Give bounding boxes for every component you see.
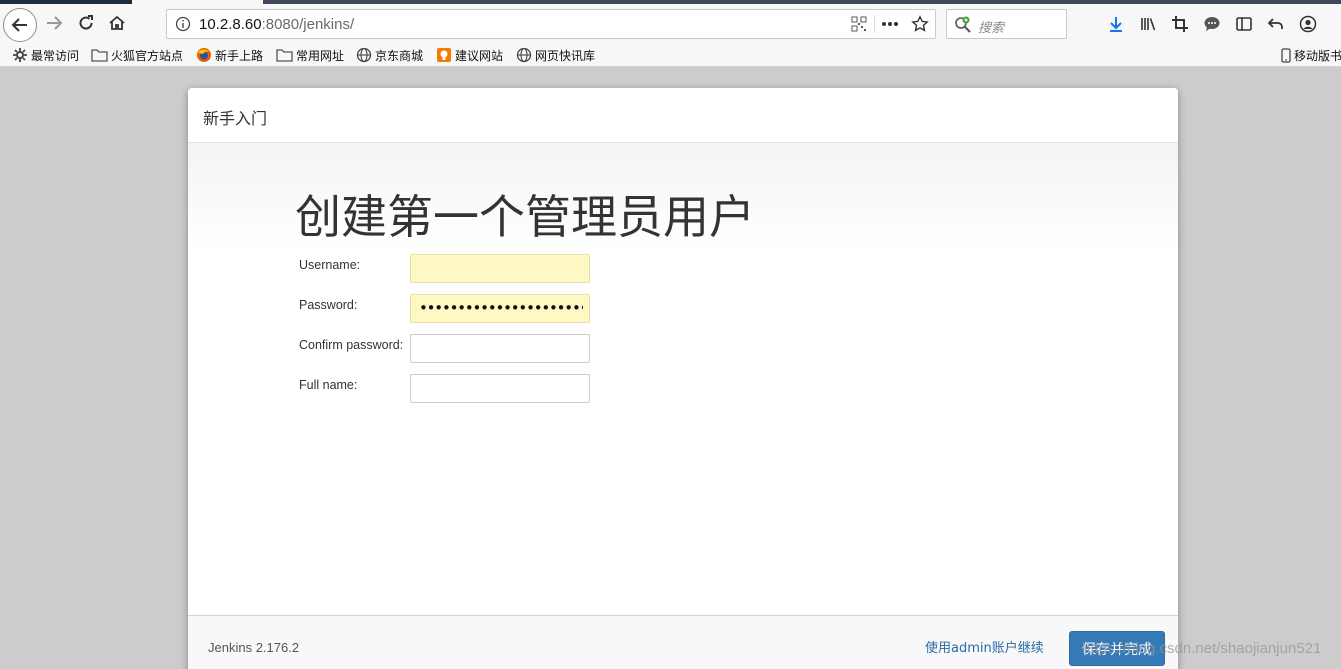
download-icon <box>1110 17 1122 32</box>
username-label: Username: <box>299 258 361 272</box>
bookmark-label: 最常访问 <box>31 48 80 63</box>
reload-icon <box>79 15 93 30</box>
folder-icon <box>91 48 108 62</box>
info-icon[interactable] <box>175 16 191 36</box>
url-host: 10.2.8.60 <box>199 16 262 33</box>
mobile-phone-icon <box>1281 47 1291 63</box>
globe-icon <box>516 47 532 63</box>
confirm-password-label: Confirm password: <box>299 338 404 352</box>
search-placeholder: 搜索 <box>978 21 1005 36</box>
bookmark-item[interactable]: 最常访问 <box>12 45 79 65</box>
url-actions <box>844 10 935 38</box>
bulb-icon <box>436 47 452 63</box>
url-text[interactable]: 10.2.8.60:8080/jenkins/ <box>199 16 354 33</box>
mobile-bookmarks-label: 移动版书 <box>1294 48 1341 63</box>
page-actions-icon[interactable] <box>875 10 905 38</box>
bookmark-label: 网页快讯库 <box>535 48 596 63</box>
search-bar[interactable]: 搜索 <box>946 9 1067 39</box>
undo-button[interactable] <box>1265 13 1287 35</box>
search-icon <box>954 16 972 38</box>
sidebar-icon <box>1236 17 1252 31</box>
bookmark-label: 建议网站 <box>455 48 504 63</box>
back-button[interactable] <box>3 8 37 42</box>
url-bar[interactable]: 10.2.8.60:8080/jenkins/ <box>166 9 936 39</box>
url-path: :8080/jenkins/ <box>261 16 355 33</box>
bookmark-label: 常用网址 <box>296 48 345 63</box>
dialog-body: 创建第一个管理员用户 Username: Password: •••••••••… <box>188 143 1178 615</box>
downloads-button[interactable] <box>1105 13 1127 35</box>
bookmark-item[interactable]: 新手上路 <box>196 45 263 65</box>
mobile-bookmarks[interactable]: 移动版书 <box>1281 45 1341 65</box>
bookmark-label: 火狐官方站点 <box>111 48 184 63</box>
bookmark-item[interactable]: 常用网址 <box>276 45 344 65</box>
reload-button[interactable] <box>72 9 100 37</box>
bookmark-star-icon[interactable] <box>905 10 935 38</box>
full-name-row: Full name: <box>298 374 718 404</box>
setup-wizard-dialog: 新手入门 创建第一个管理员用户 Username: Password: ••••… <box>188 88 1178 669</box>
screenshot-button[interactable] <box>1169 13 1191 35</box>
bookmark-item[interactable]: 京东商城 <box>356 45 423 65</box>
sidebar-button[interactable] <box>1233 13 1255 35</box>
forward-button[interactable] <box>40 9 68 37</box>
home-button[interactable] <box>103 9 131 37</box>
password-value: •••••••••••••••••••••••• <box>419 301 583 316</box>
navigation-toolbar: 10.2.8.60:8080/jenkins/ 搜索 <box>0 4 1341 42</box>
folder-icon <box>276 48 293 62</box>
qr-code-icon[interactable] <box>844 10 874 38</box>
arrow-right-icon <box>47 16 63 30</box>
library-button[interactable] <box>1137 13 1159 35</box>
bookmark-item[interactable]: 网页快讯库 <box>516 45 595 65</box>
account-button[interactable] <box>1297 13 1319 35</box>
continue-as-admin-link[interactable]: 使用admin账户继续 <box>925 637 1044 656</box>
dialog-footer: Jenkins 2.176.2 使用admin账户继续 保存并完成 <box>188 615 1178 669</box>
dialog-header: 新手入门 <box>188 88 1178 143</box>
firefox-icon <box>196 47 212 63</box>
library-icon <box>1141 18 1156 31</box>
bookmark-label: 新手上路 <box>215 48 264 63</box>
watermark: https://blog.csdn.net/shaojianjun521 <box>1082 640 1322 657</box>
confirm-password-row: Confirm password: <box>298 334 718 364</box>
dialog-header-title: 新手入门 <box>203 109 268 128</box>
username-field[interactable] <box>410 254 590 283</box>
home-icon <box>109 15 125 30</box>
chat-button[interactable] <box>1201 13 1223 35</box>
bookmark-item[interactable]: 火狐官方站点 <box>91 45 183 65</box>
password-label: Password: <box>299 298 358 312</box>
gear-icon <box>12 47 28 63</box>
page-title: 创建第一个管理员用户 <box>295 190 755 244</box>
bookmarks-toolbar: 最常访问 火狐官方站点 新手上路 常用网址 京东商城 建议网站 网页快讯库 移动… <box>0 42 1341 67</box>
arrow-left-icon <box>11 18 27 32</box>
bookmark-label: 京东商城 <box>375 48 424 63</box>
bookmark-item[interactable]: 建议网站 <box>436 45 503 65</box>
chat-bubble-icon <box>1204 17 1220 31</box>
full-name-field[interactable] <box>410 374 590 403</box>
version-label: Jenkins 2.176.2 <box>208 640 300 655</box>
password-field[interactable]: •••••••••••••••••••••••• <box>410 294 590 323</box>
full-name-label: Full name: <box>299 378 358 392</box>
undo-icon <box>1267 18 1283 29</box>
account-icon <box>1299 15 1317 33</box>
username-row: Username: <box>298 254 718 284</box>
globe-icon <box>356 47 372 63</box>
crop-icon <box>1172 16 1188 32</box>
confirm-password-field[interactable] <box>410 334 590 363</box>
password-row: Password: •••••••••••••••••••••••• <box>298 294 718 324</box>
